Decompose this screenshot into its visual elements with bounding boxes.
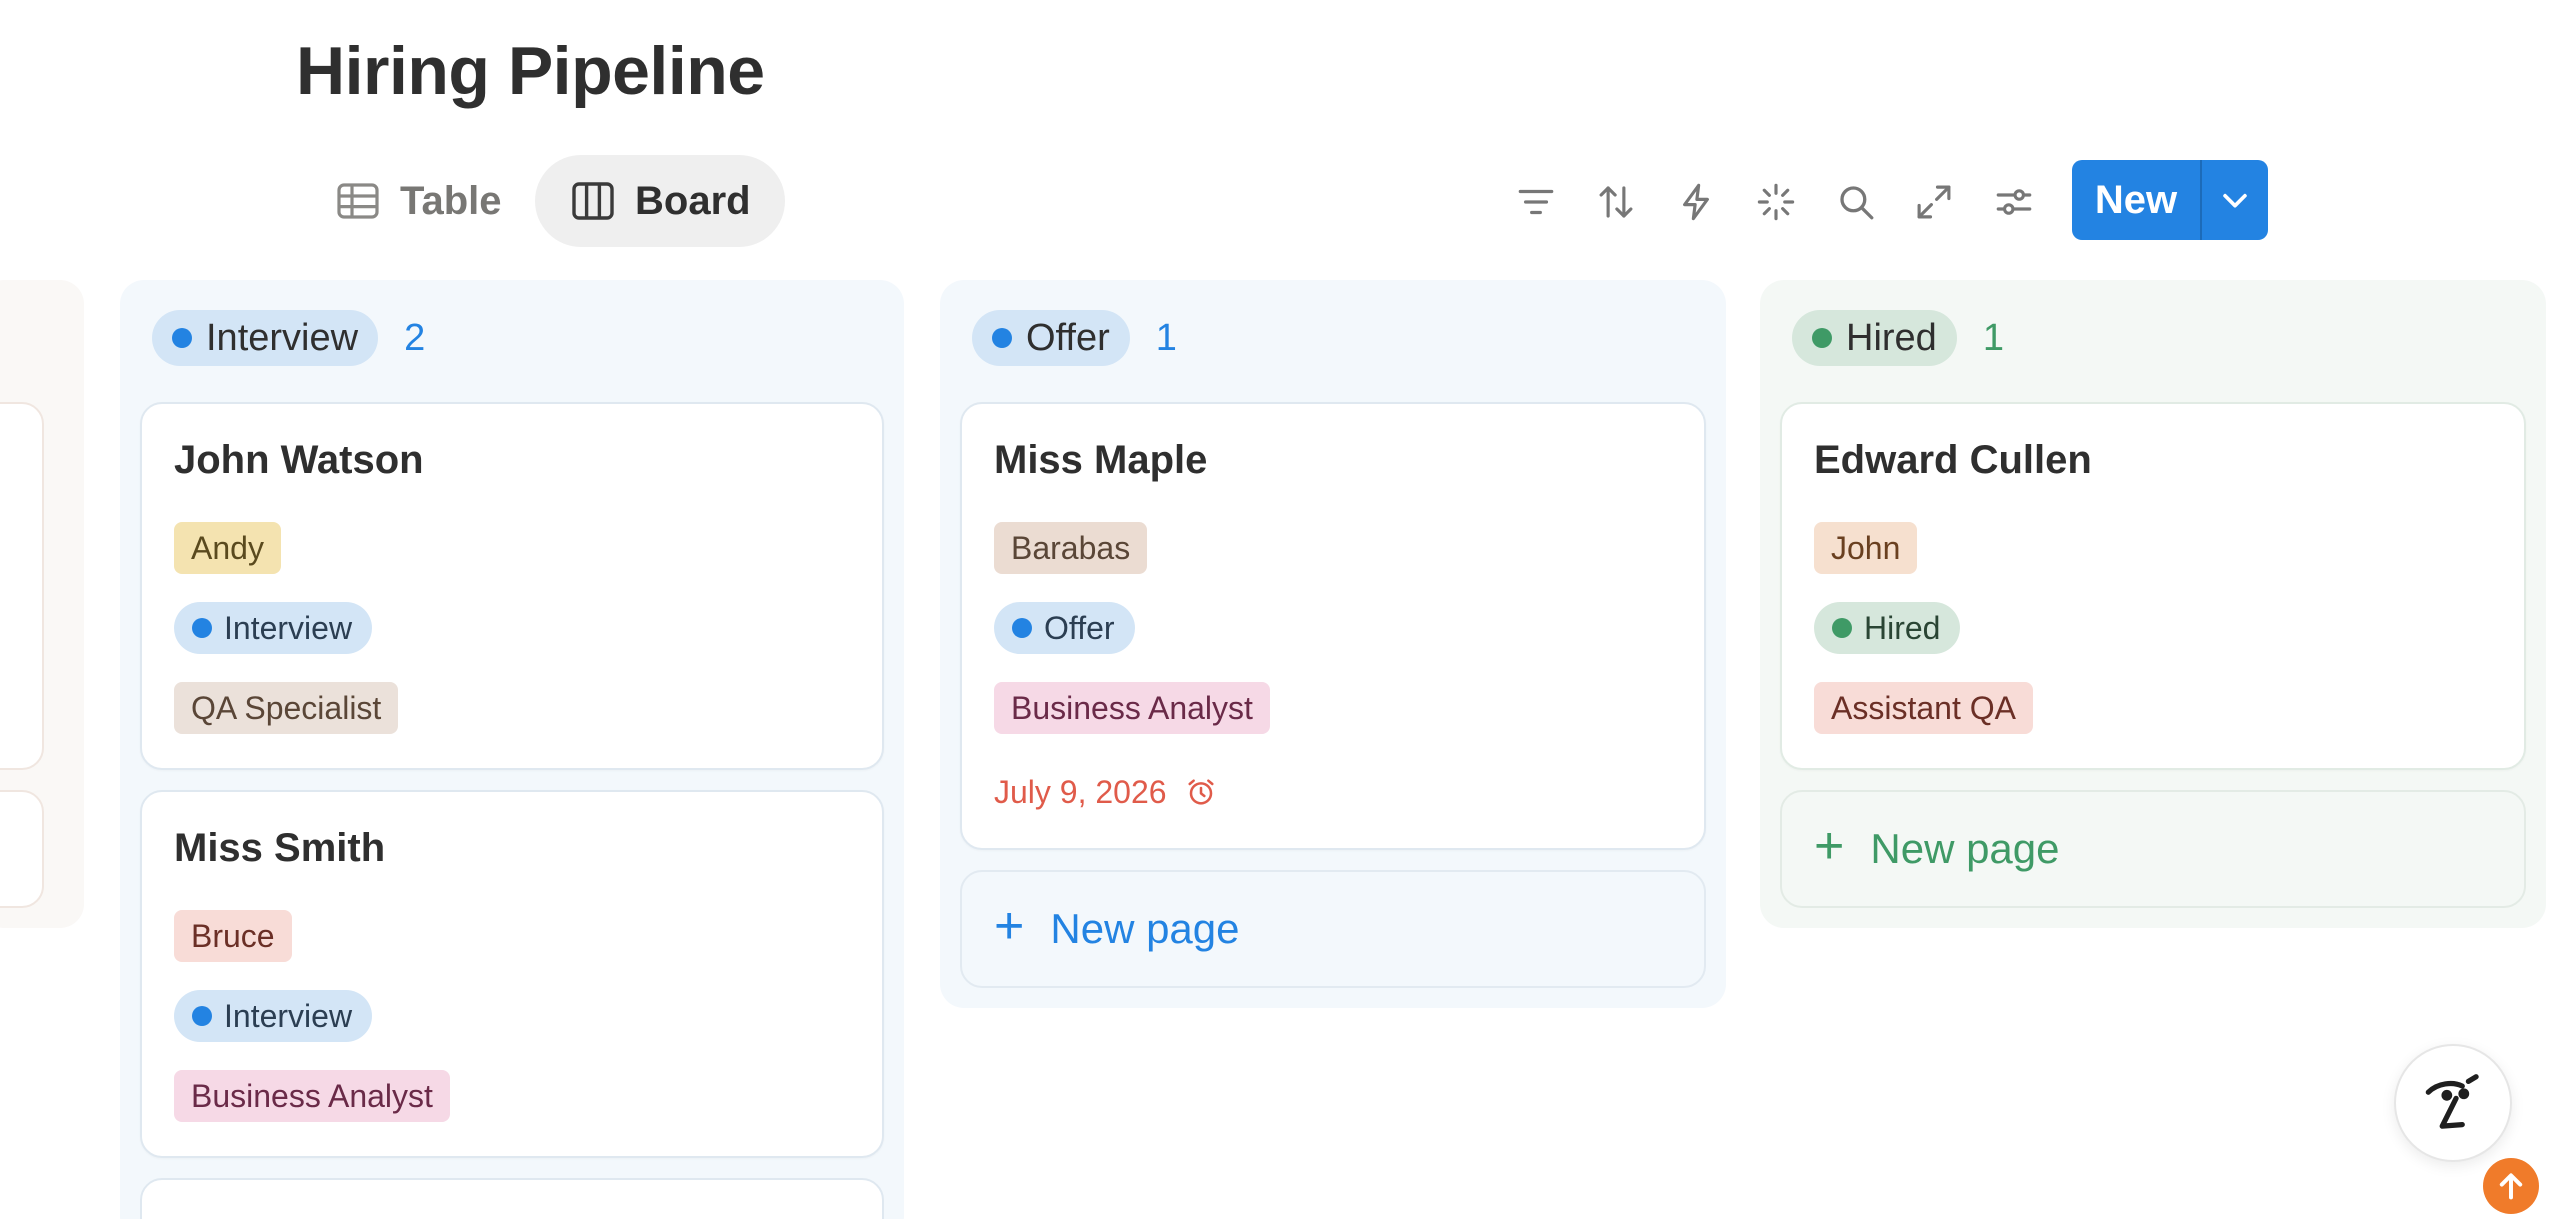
role-tag: QA Specialist bbox=[174, 682, 399, 734]
status-tag-label: Offer bbox=[1044, 609, 1115, 646]
owner-tag: Andy bbox=[174, 522, 281, 574]
status-dot bbox=[172, 328, 192, 348]
filter-icon bbox=[1518, 189, 1554, 215]
new-page-label: New page bbox=[1870, 825, 2060, 872]
candidate-card[interactable]: Miss Maple Barabas Offer Business Analys… bbox=[960, 402, 1706, 850]
view-settings-button[interactable] bbox=[1988, 176, 2040, 228]
tab-table[interactable]: Table bbox=[300, 155, 536, 247]
column-header: Offer 1 bbox=[972, 310, 1177, 366]
expand-icon bbox=[1917, 185, 1951, 219]
card-partial[interactable] bbox=[0, 402, 44, 770]
filter-button[interactable] bbox=[1510, 176, 1562, 228]
role-tag: Assistant QA bbox=[1814, 682, 2033, 734]
column-count: 2 bbox=[404, 316, 426, 359]
tab-table-label: Table bbox=[400, 178, 502, 223]
automations-button[interactable] bbox=[1670, 176, 1722, 228]
new-page-label: New page bbox=[1050, 905, 1240, 952]
card-title: Miss Maple bbox=[994, 438, 1208, 482]
card-title: Edward Cullen bbox=[1814, 438, 2092, 482]
sort-button[interactable] bbox=[1590, 176, 1642, 228]
candidate-card[interactable]: John Watson Andy Interview QA Specialist bbox=[140, 402, 884, 770]
status-dot bbox=[1812, 328, 1832, 348]
ai-assistant-face-icon bbox=[2425, 1074, 2479, 1129]
settings-sliders-icon bbox=[1996, 189, 2032, 215]
column-header: Interview 2 bbox=[152, 310, 425, 366]
search-icon bbox=[1840, 186, 1874, 220]
sort-icon bbox=[1599, 186, 1633, 218]
column-name: Interview bbox=[206, 316, 359, 359]
status-dot bbox=[192, 1006, 212, 1026]
status-tag-label: Interview bbox=[224, 609, 353, 646]
status-dot bbox=[192, 618, 212, 638]
search-button[interactable] bbox=[1830, 176, 1882, 228]
column-status-pill[interactable]: Hired bbox=[1792, 310, 1957, 366]
expand-button[interactable] bbox=[1908, 176, 1960, 228]
arrow-up-icon bbox=[2499, 1173, 2523, 1200]
board-icon bbox=[572, 182, 614, 220]
owner-tag: Bruce bbox=[174, 910, 292, 962]
column-name: Hired bbox=[1846, 316, 1937, 359]
page-title: Hiring Pipeline bbox=[296, 33, 765, 109]
new-page-partial[interactable] bbox=[0, 790, 44, 908]
board-column-hired: Hired 1 Edward Cullen John Hired Assista… bbox=[1760, 280, 2546, 928]
new-button-group: New bbox=[2072, 160, 2268, 240]
candidate-card[interactable]: Edward Cullen John Hired Assistant QA bbox=[1780, 402, 2526, 770]
column-count: 1 bbox=[1982, 316, 2004, 359]
new-button[interactable]: New bbox=[2072, 160, 2202, 240]
column-count: 1 bbox=[1155, 316, 1177, 359]
column-header: Hired 1 bbox=[1792, 310, 2004, 366]
plus-icon: + bbox=[994, 897, 1025, 955]
column-status-pill[interactable]: Interview bbox=[152, 310, 379, 366]
role-tag: Business Analyst bbox=[994, 682, 1270, 734]
board-column-interview: Interview 2 John Watson Andy Interview Q… bbox=[120, 280, 904, 1219]
board-column-partial bbox=[0, 280, 84, 928]
status-tag: Offer bbox=[994, 602, 1135, 654]
ai-assistant-button[interactable] bbox=[2394, 1044, 2512, 1162]
chevron-down-icon bbox=[2223, 193, 2247, 208]
status-tag: Interview bbox=[174, 602, 373, 654]
tab-board-label: Board bbox=[635, 178, 751, 223]
status-tag: Interview bbox=[174, 990, 373, 1042]
automation-icon bbox=[1683, 183, 1709, 221]
board-column-offer: Offer 1 Miss Maple Barabas Offer Busines… bbox=[940, 280, 1726, 1008]
date-value: July 9, 2026 bbox=[994, 773, 1167, 810]
candidate-card[interactable]: Miss Smith Bruce Interview Business Anal… bbox=[140, 790, 884, 1158]
new-page-button[interactable]: + New page bbox=[1780, 790, 2526, 908]
status-dot bbox=[1012, 618, 1032, 638]
column-name: Offer bbox=[1026, 316, 1110, 359]
status-tag: Hired bbox=[1814, 602, 1961, 654]
card-title: Miss Smith bbox=[174, 826, 386, 870]
owner-tag: Barabas bbox=[994, 522, 1148, 574]
new-dropdown-button[interactable] bbox=[2202, 160, 2268, 240]
status-tag-label: Hired bbox=[1864, 609, 1941, 646]
ai-button[interactable] bbox=[1750, 176, 1802, 228]
board-page: Hiring Pipeline Table Board New Intervie… bbox=[0, 0, 2560, 1219]
ai-sparkle-icon bbox=[1757, 183, 1795, 221]
alarm-clock-icon bbox=[1187, 779, 1214, 805]
new-page-button[interactable]: + New page bbox=[960, 870, 1706, 988]
role-tag: Business Analyst bbox=[174, 1070, 450, 1122]
table-icon bbox=[337, 183, 379, 219]
column-status-pill[interactable]: Offer bbox=[972, 310, 1130, 366]
status-tag-label: Interview bbox=[224, 997, 353, 1034]
owner-tag: John bbox=[1814, 522, 1918, 574]
tab-board[interactable]: Board bbox=[535, 155, 785, 247]
card-partial[interactable] bbox=[140, 1178, 884, 1219]
status-dot bbox=[992, 328, 1012, 348]
plus-icon: + bbox=[1814, 817, 1845, 875]
status-dot bbox=[1832, 618, 1852, 638]
scroll-to-top-button[interactable] bbox=[2483, 1158, 2539, 1214]
date-property: July 9, 2026 bbox=[994, 766, 1217, 818]
card-title: John Watson bbox=[174, 438, 424, 482]
